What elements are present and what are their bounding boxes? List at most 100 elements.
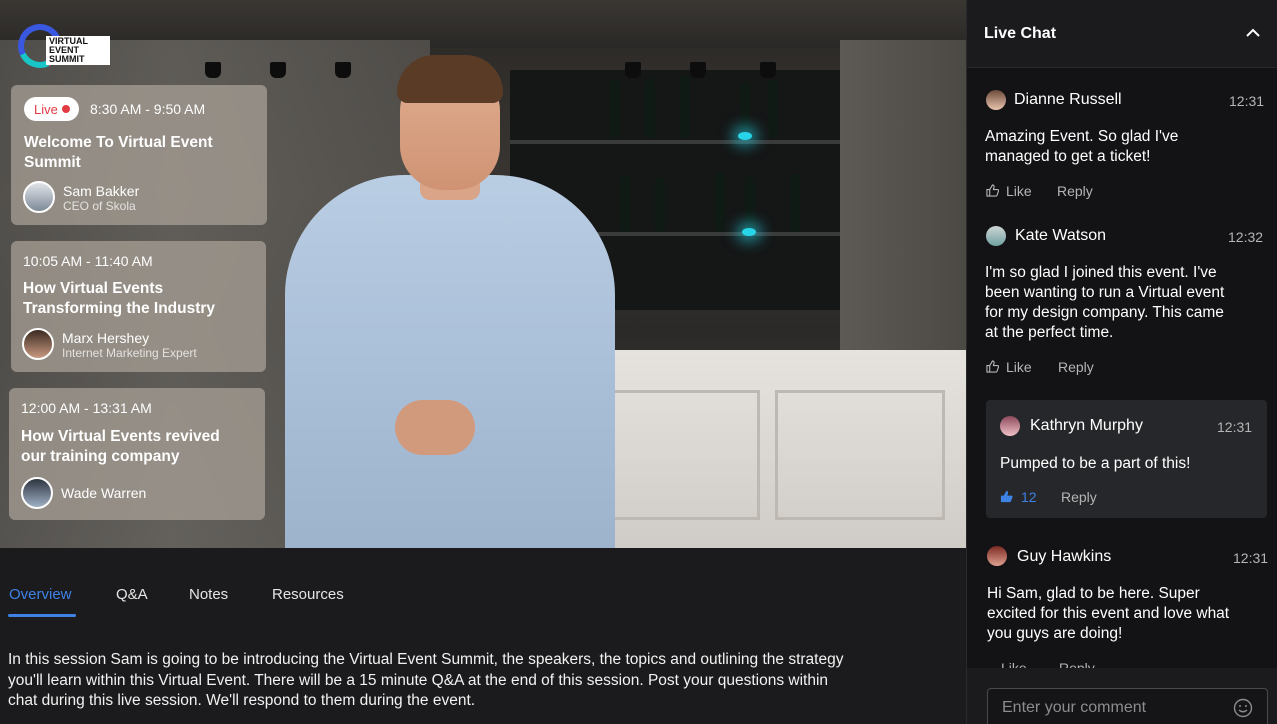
message-text: Hi Sam, glad to be here. Super excited f… (987, 584, 1272, 644)
right-wall (840, 40, 966, 360)
session-title: How Virtual Events revived our training … (21, 427, 220, 467)
bottle (645, 78, 655, 138)
session-title-line: How Virtual Events (23, 280, 164, 297)
message-line: at the perfect time. (985, 324, 1114, 341)
session-title-line: Welcome To Virtual Event (24, 134, 213, 151)
bottle (715, 172, 725, 232)
session-description: In this session Sam is going to be intro… (8, 650, 948, 712)
reply-button[interactable]: Reply (1061, 489, 1097, 505)
message-time: 12:31 (1233, 550, 1269, 566)
message-author: Kate Watson (1015, 227, 1107, 244)
speaker-name: Marx Hershey (62, 330, 150, 346)
description-line: chat during this live session. We'll res… (8, 692, 476, 709)
session-tabs: Overview Q&A Notes Resources (0, 548, 966, 624)
like-button[interactable]: Like (1006, 359, 1032, 375)
session-title-line: How Virtual Events revived (21, 428, 220, 445)
message-text: I'm so glad I joined this event. I've be… (985, 263, 1265, 343)
ceiling-lamp (690, 62, 706, 78)
comment-input[interactable] (987, 688, 1268, 724)
like-button[interactable]: Like (1006, 183, 1032, 199)
session-time: 12:00 AM - 13:31 AM (21, 400, 152, 416)
presenter-hands (395, 400, 475, 455)
presenter-shirt (285, 175, 615, 548)
presenter-hair (397, 55, 503, 103)
bottle (768, 80, 778, 138)
user-avatar (986, 90, 1006, 110)
message-author: Dianne Russell (1014, 91, 1122, 108)
speaker-avatar (21, 477, 53, 509)
tab-resources[interactable]: Resources (272, 586, 344, 603)
like-icon[interactable] (986, 184, 999, 197)
session-title: Welcome To Virtual Event Summit (24, 133, 213, 173)
session-title-line: our training company (21, 448, 180, 465)
message-author: Guy Hawkins (1017, 548, 1112, 565)
counter-panel (775, 390, 945, 520)
message-line: been wanting to run a Virtual event (985, 284, 1225, 301)
reply-button[interactable]: Reply (1058, 359, 1094, 375)
speaker-avatar (23, 181, 55, 213)
message-line: Hi Sam, glad to be here. Super (987, 585, 1200, 602)
speaker-avatar (22, 328, 54, 360)
highlighted-message: Kathryn Murphy 12:31 Pumped to be a part… (986, 400, 1267, 518)
active-tab-indicator (8, 614, 76, 617)
speaker-name: Wade Warren (61, 485, 147, 501)
message-line: for my design company. This came (985, 304, 1224, 321)
reply-button[interactable]: Reply (1057, 183, 1093, 199)
speaker-name: Sam Bakker (63, 183, 140, 199)
logo-line: SUMMIT (49, 54, 85, 64)
session-card[interactable]: 10:05 AM - 11:40 AM How Virtual Events T… (11, 241, 266, 372)
message-author: Kathryn Murphy (1030, 417, 1143, 434)
message-time: 12:32 (1228, 229, 1264, 245)
message-line: Amazing Event. So glad I've (985, 128, 1179, 145)
live-dot-icon (62, 105, 70, 113)
message-line: you guys are doing! (987, 625, 1123, 642)
presenter (285, 55, 615, 548)
user-avatar (986, 226, 1006, 246)
speaker-role: CEO of Skola (63, 199, 136, 213)
chat-title: Live Chat (984, 25, 1057, 42)
bottle (790, 174, 800, 232)
session-time: 8:30 AM - 9:50 AM (90, 101, 206, 117)
ceiling-lamp (625, 62, 641, 78)
event-app: VIRTUAL EVENT SUMMIT Live 8:30 AM - 9:50… (0, 0, 1277, 724)
logo-text: VIRTUAL EVENT SUMMIT (46, 36, 110, 65)
bottle (680, 75, 690, 138)
tab-notes[interactable]: Notes (189, 586, 228, 603)
live-badge: Live (24, 97, 79, 121)
user-avatar (1000, 416, 1020, 436)
message-time: 12:31 (1229, 93, 1265, 109)
bottle (655, 178, 665, 232)
session-title: How Virtual Events Transforming the Indu… (23, 279, 215, 319)
session-title-line: Transforming the Industry (23, 300, 216, 317)
video-player[interactable]: VIRTUAL EVENT SUMMIT Live 8:30 AM - 9:50… (0, 0, 966, 548)
message-text: Amazing Event. So glad I've managed to g… (985, 127, 1265, 167)
session-card[interactable]: Live 8:30 AM - 9:50 AM Welcome To Virtua… (11, 85, 267, 225)
bar-light (738, 132, 752, 140)
like-icon[interactable] (1000, 490, 1013, 503)
like-icon[interactable] (986, 360, 999, 373)
ceiling-lamp (760, 62, 776, 78)
like-count[interactable]: 12 (1021, 489, 1037, 505)
message-line: Pumped to be a part of this! (1000, 455, 1191, 472)
message-line: I'm so glad I joined this event. I've (985, 264, 1217, 281)
bottle (620, 176, 630, 232)
session-card[interactable]: 12:00 AM - 13:31 AM How Virtual Events r… (9, 388, 265, 520)
smiley-icon[interactable] (1233, 698, 1253, 718)
chevron-up-icon[interactable] (1246, 26, 1260, 40)
session-title-line: Summit (24, 154, 81, 171)
speaker-role: Internet Marketing Expert (62, 346, 197, 360)
message-time: 12:31 (1217, 419, 1253, 435)
live-label: Live (34, 102, 58, 117)
description-line: In this session Sam is going to be intro… (8, 651, 844, 668)
tab-qa[interactable]: Q&A (116, 586, 148, 603)
event-logo: VIRTUAL EVENT SUMMIT (11, 17, 111, 75)
live-chat-panel: Live Chat Dianne Russell 12:31 Amazing E… (966, 0, 1277, 724)
session-time: 10:05 AM - 11:40 AM (23, 253, 153, 269)
ceiling-lamp (205, 62, 221, 78)
bar-light (742, 228, 756, 236)
bottle (740, 82, 750, 138)
tab-overview[interactable]: Overview (9, 586, 72, 603)
chat-composer (967, 668, 1277, 724)
ceiling-lamp (270, 62, 286, 78)
user-avatar (987, 546, 1007, 566)
